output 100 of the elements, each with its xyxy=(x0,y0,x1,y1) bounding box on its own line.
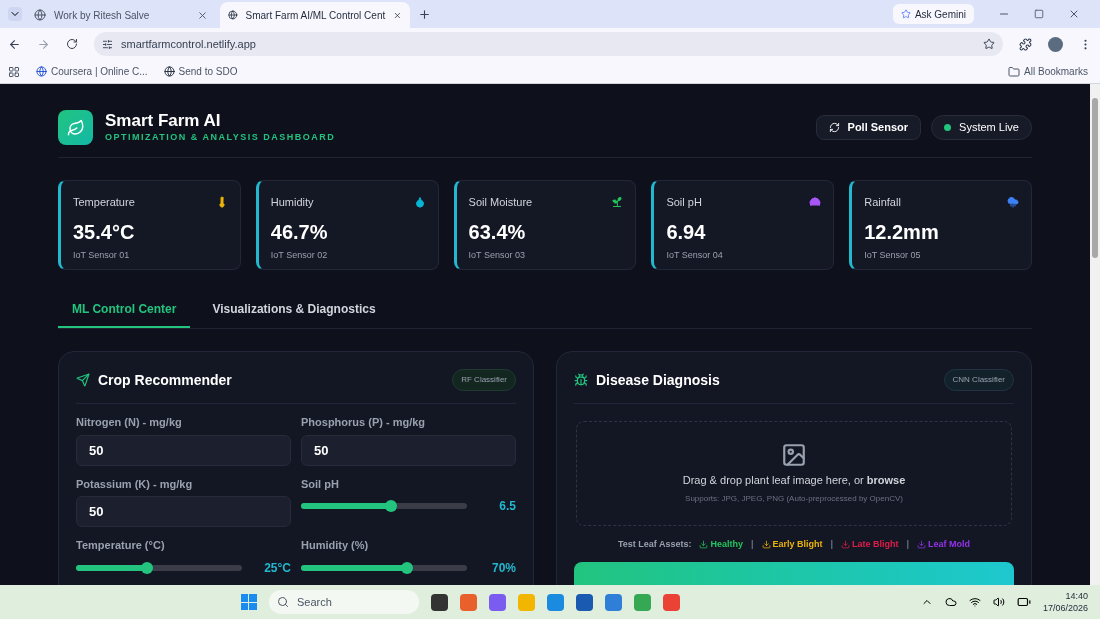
new-tab-icon[interactable] xyxy=(418,7,431,21)
asset-link[interactable]: Healthy xyxy=(699,538,743,552)
asset-link[interactable]: Late Blight xyxy=(841,538,899,552)
field-label: Phosphorus (P) - mg/kg xyxy=(301,415,427,430)
globe-icon xyxy=(36,66,47,77)
bookmark-link[interactable]: Send to SDO xyxy=(163,64,238,79)
model-badge: CNN Classifier xyxy=(943,369,1014,391)
bookmark-link[interactable]: Coursera | Online C... xyxy=(36,64,148,79)
taskbar-app-icon[interactable] xyxy=(431,593,448,611)
clock-time[interactable]: 14:40 xyxy=(1065,590,1088,602)
sensor-label: Soil Moisture xyxy=(468,195,533,210)
sensor-source: IoT Sensor 02 xyxy=(270,248,329,262)
input-field[interactable]: 50 xyxy=(301,434,516,466)
volume-icon[interactable] xyxy=(992,596,1005,608)
separator: | xyxy=(830,538,834,551)
sensor-value: 46.7% xyxy=(270,219,329,245)
browser-tab[interactable]: Work by Ritesh Salve xyxy=(26,2,216,28)
search-placeholder: Search xyxy=(297,594,332,610)
tab[interactable]: ML Control Center xyxy=(58,300,191,328)
sensor-value: 63.4% xyxy=(468,219,527,245)
restore-icon[interactable] xyxy=(1034,9,1044,19)
app-subtitle: OPTIMIZATION & ANALYSIS DASHBOARD xyxy=(105,130,336,144)
back-icon[interactable] xyxy=(8,37,21,51)
model-badge: RF Classifier xyxy=(452,369,516,391)
panel-title: Crop Recommender xyxy=(98,370,232,390)
diagnose-button[interactable] xyxy=(574,561,1014,585)
separator: | xyxy=(906,538,910,551)
site-icon xyxy=(228,9,238,21)
site-icon xyxy=(34,9,46,21)
bookmark-title: Coursera | Online C... xyxy=(51,65,148,79)
sensor-source: IoT Sensor 04 xyxy=(666,248,724,262)
assets-label: Test Leaf Assets: xyxy=(617,538,692,551)
send-icon xyxy=(76,373,90,387)
bug-icon xyxy=(574,373,588,387)
taskbar-search[interactable]: Search xyxy=(269,590,419,614)
scrollbar[interactable] xyxy=(1090,84,1100,585)
url-text: smartfarmcontrol.netlify.app xyxy=(121,36,256,52)
sensor-source: IoT Sensor 01 xyxy=(73,248,131,262)
sensor-value: 6.94 xyxy=(666,219,707,245)
sensor-label: Humidity xyxy=(270,195,314,210)
slider-thumb[interactable] xyxy=(401,561,414,574)
cloud-icon[interactable] xyxy=(944,596,957,608)
asset-link[interactable]: Early Blight xyxy=(761,538,823,552)
folder-icon xyxy=(1008,65,1021,78)
ask-gemini-button[interactable]: Ask Gemini xyxy=(892,4,974,24)
close-icon[interactable] xyxy=(1068,8,1080,20)
browser-tab[interactable]: Smart Farm AI/ML Control Cent xyxy=(220,2,410,28)
tab[interactable]: Visualizations & Diagnostics xyxy=(198,300,390,328)
app-title: Smart Farm AI xyxy=(105,110,222,131)
site-settings-icon[interactable] xyxy=(102,38,113,50)
wifi-icon[interactable] xyxy=(968,596,981,608)
bookmark-star-icon[interactable] xyxy=(983,38,995,50)
all-bookmarks-button[interactable]: All Bookmarks xyxy=(1008,64,1092,79)
field-label: Potassium (K) - mg/kg xyxy=(76,476,194,492)
slider-track[interactable] xyxy=(301,503,467,509)
field-label: Temperature (°C) xyxy=(76,538,166,553)
slider-thumb[interactable] xyxy=(141,561,154,574)
search-icon xyxy=(277,596,289,608)
start-icon[interactable] xyxy=(241,594,257,610)
globe-icon xyxy=(163,66,175,77)
sensor-value: 12.2mm xyxy=(864,219,940,245)
sensor-label: Soil pH xyxy=(666,195,702,210)
close-icon[interactable] xyxy=(197,9,208,21)
profile-avatar[interactable] xyxy=(1048,36,1063,52)
clock-date[interactable]: 17/06/2026 xyxy=(1042,602,1088,614)
address-bar[interactable]: smartfarmcontrol.netlify.app xyxy=(94,32,1003,56)
bookmark-title: Send to SDO xyxy=(178,65,238,79)
slider-thumb[interactable] xyxy=(384,500,397,512)
field-label: Nitrogen (N) - mg/kg xyxy=(76,415,183,430)
taskbar-app-icon[interactable] xyxy=(576,593,593,611)
field-label: Humidity (%) xyxy=(301,538,370,553)
slider-track[interactable] xyxy=(301,564,467,571)
input-field[interactable]: 50 xyxy=(76,434,291,466)
tab-title: Smart Farm AI/ML Control Cent xyxy=(245,8,386,23)
apps-icon[interactable] xyxy=(8,65,20,78)
status-label: System Live xyxy=(959,120,1019,136)
battery-icon[interactable] xyxy=(1016,595,1031,609)
refresh-icon xyxy=(828,122,840,133)
sensor-source: IoT Sensor 03 xyxy=(468,248,526,262)
poll-sensor-button[interactable]: Poll Sensor xyxy=(815,115,922,140)
slider-track[interactable] xyxy=(76,564,242,571)
drop-zone[interactable]: Drag & drop plant leaf image here, or browse Supports: JPG, JPEG, PNG (Auto-preprocessed by OpenCV) xyxy=(576,421,1012,526)
tab-title: Work by Ritesh Salve xyxy=(54,8,151,23)
download-icon xyxy=(841,540,851,550)
sensor-label: Rainfall xyxy=(864,195,901,210)
logo-icon xyxy=(58,110,93,145)
drop-text: Drag & drop plant leaf image here, or browse xyxy=(682,473,906,489)
panel-title: Disease Diagnosis xyxy=(596,370,720,390)
separator: | xyxy=(750,538,754,551)
reload-icon[interactable] xyxy=(66,38,78,50)
download-icon xyxy=(699,540,709,550)
image-icon xyxy=(781,442,807,469)
extensions-icon[interactable] xyxy=(1019,37,1032,51)
sensor-source: IoT Sensor 05 xyxy=(864,248,922,262)
sensor-label: Temperature xyxy=(73,195,135,210)
download-icon xyxy=(761,540,771,550)
slider-value: 6.5 xyxy=(499,498,516,515)
slider-value: 25°C xyxy=(264,559,291,577)
input-field[interactable]: 50 xyxy=(76,496,291,527)
support-text: Supports: JPG, JPEG, PNG (Auto-preprocessed by OpenCV) xyxy=(685,492,903,505)
